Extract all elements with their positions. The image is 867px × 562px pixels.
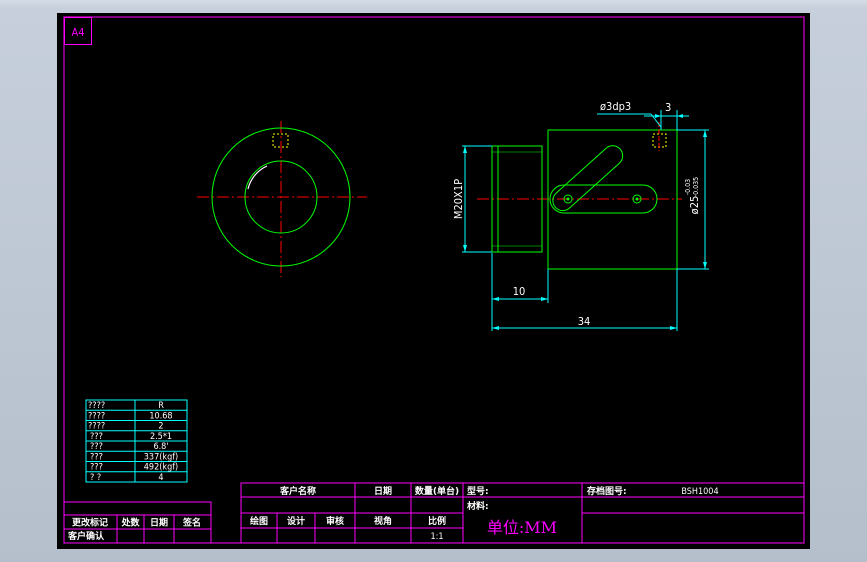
spec-label: ????: [88, 422, 105, 432]
screw-center-left: [566, 197, 570, 201]
tolerance-upper: -0.03: [684, 179, 692, 195]
spec-label: ???: [90, 442, 103, 452]
cad-drawing: A4 ø3dp3 3 M20X1P ø25 -0.03 -0.035 10 34…: [63, 16, 805, 544]
model-label: 型号:: [467, 485, 489, 497]
drawing-viewport[interactable]: A4 ø3dp3 3 M20X1P ø25 -0.03 -0.035 10 34…: [57, 13, 810, 549]
screw-center-right: [635, 197, 639, 201]
spec-table: ???? R ???? 10.68 ???? 2 ??? 2.5*1 ??? 6…: [85, 399, 188, 483]
end-view: [197, 121, 367, 277]
dimension-texts: ø3dp3 3 M20X1P ø25 -0.03 -0.035 10 34: [452, 100, 701, 328]
spec-value: 6.8': [153, 442, 168, 452]
material-label: 材料:: [466, 500, 489, 512]
spec-label: ? ?: [90, 473, 101, 483]
customer-confirm-label: 客户确认: [67, 530, 105, 542]
date-header: 日期: [150, 517, 168, 529]
title-block: 客户名称 日期 数量(单台) 型号: 材料: 存档图号: 绘图 设计 审核 视角…: [240, 482, 805, 544]
spec-value: 337(kgf): [144, 452, 178, 462]
thread-length: 10: [513, 285, 526, 298]
side-view: [477, 122, 682, 270]
return-tube: [552, 145, 624, 212]
sheet-size-label: A4: [71, 26, 84, 39]
review-label: 审核: [326, 515, 344, 527]
spec-label: ????: [88, 401, 105, 411]
quantity-label: 数量(单台): [415, 485, 459, 497]
drawn-label: 绘图: [250, 515, 268, 527]
thread-spec: M20X1P: [452, 179, 465, 219]
scale-label: 比例: [428, 515, 446, 527]
unit-label: 单位:MM: [487, 518, 557, 537]
overall-length: 34: [578, 315, 591, 328]
spec-label: ???: [90, 432, 103, 442]
spec-value: 2.5*1: [150, 432, 172, 442]
tolerance-lower: -0.035: [692, 177, 700, 197]
scale-value: 1:1: [430, 532, 443, 542]
offset-value: 3: [665, 101, 671, 114]
dimensions: [462, 110, 709, 331]
drawing-number-label: 存档图号:: [587, 485, 627, 497]
spec-label: ???: [90, 463, 103, 473]
drawing-number: BSH1004: [681, 487, 718, 497]
spec-value: 492(kgf): [144, 463, 178, 473]
view-label: 视角: [374, 515, 392, 527]
spec-value: 4: [158, 473, 163, 483]
spec-label: ???: [90, 452, 103, 462]
change-mark-header: 更改标记: [72, 517, 108, 529]
design-label: 设计: [287, 515, 305, 527]
hole-callout: ø3dp3: [600, 100, 631, 113]
customer-name-label: 客户名称: [279, 485, 316, 497]
spec-value: 2: [158, 422, 163, 432]
spec-label: ????: [88, 411, 105, 421]
date-label: 日期: [374, 485, 392, 497]
spec-value: 10.68: [149, 411, 172, 421]
diameter-spec: ø25: [688, 196, 701, 215]
signature-header: 签名: [182, 517, 201, 529]
revision-block: 更改标记 处数 日期 签名 客户确认: [63, 501, 212, 544]
spec-value: R: [158, 401, 164, 411]
count-header: 处数: [120, 517, 140, 529]
